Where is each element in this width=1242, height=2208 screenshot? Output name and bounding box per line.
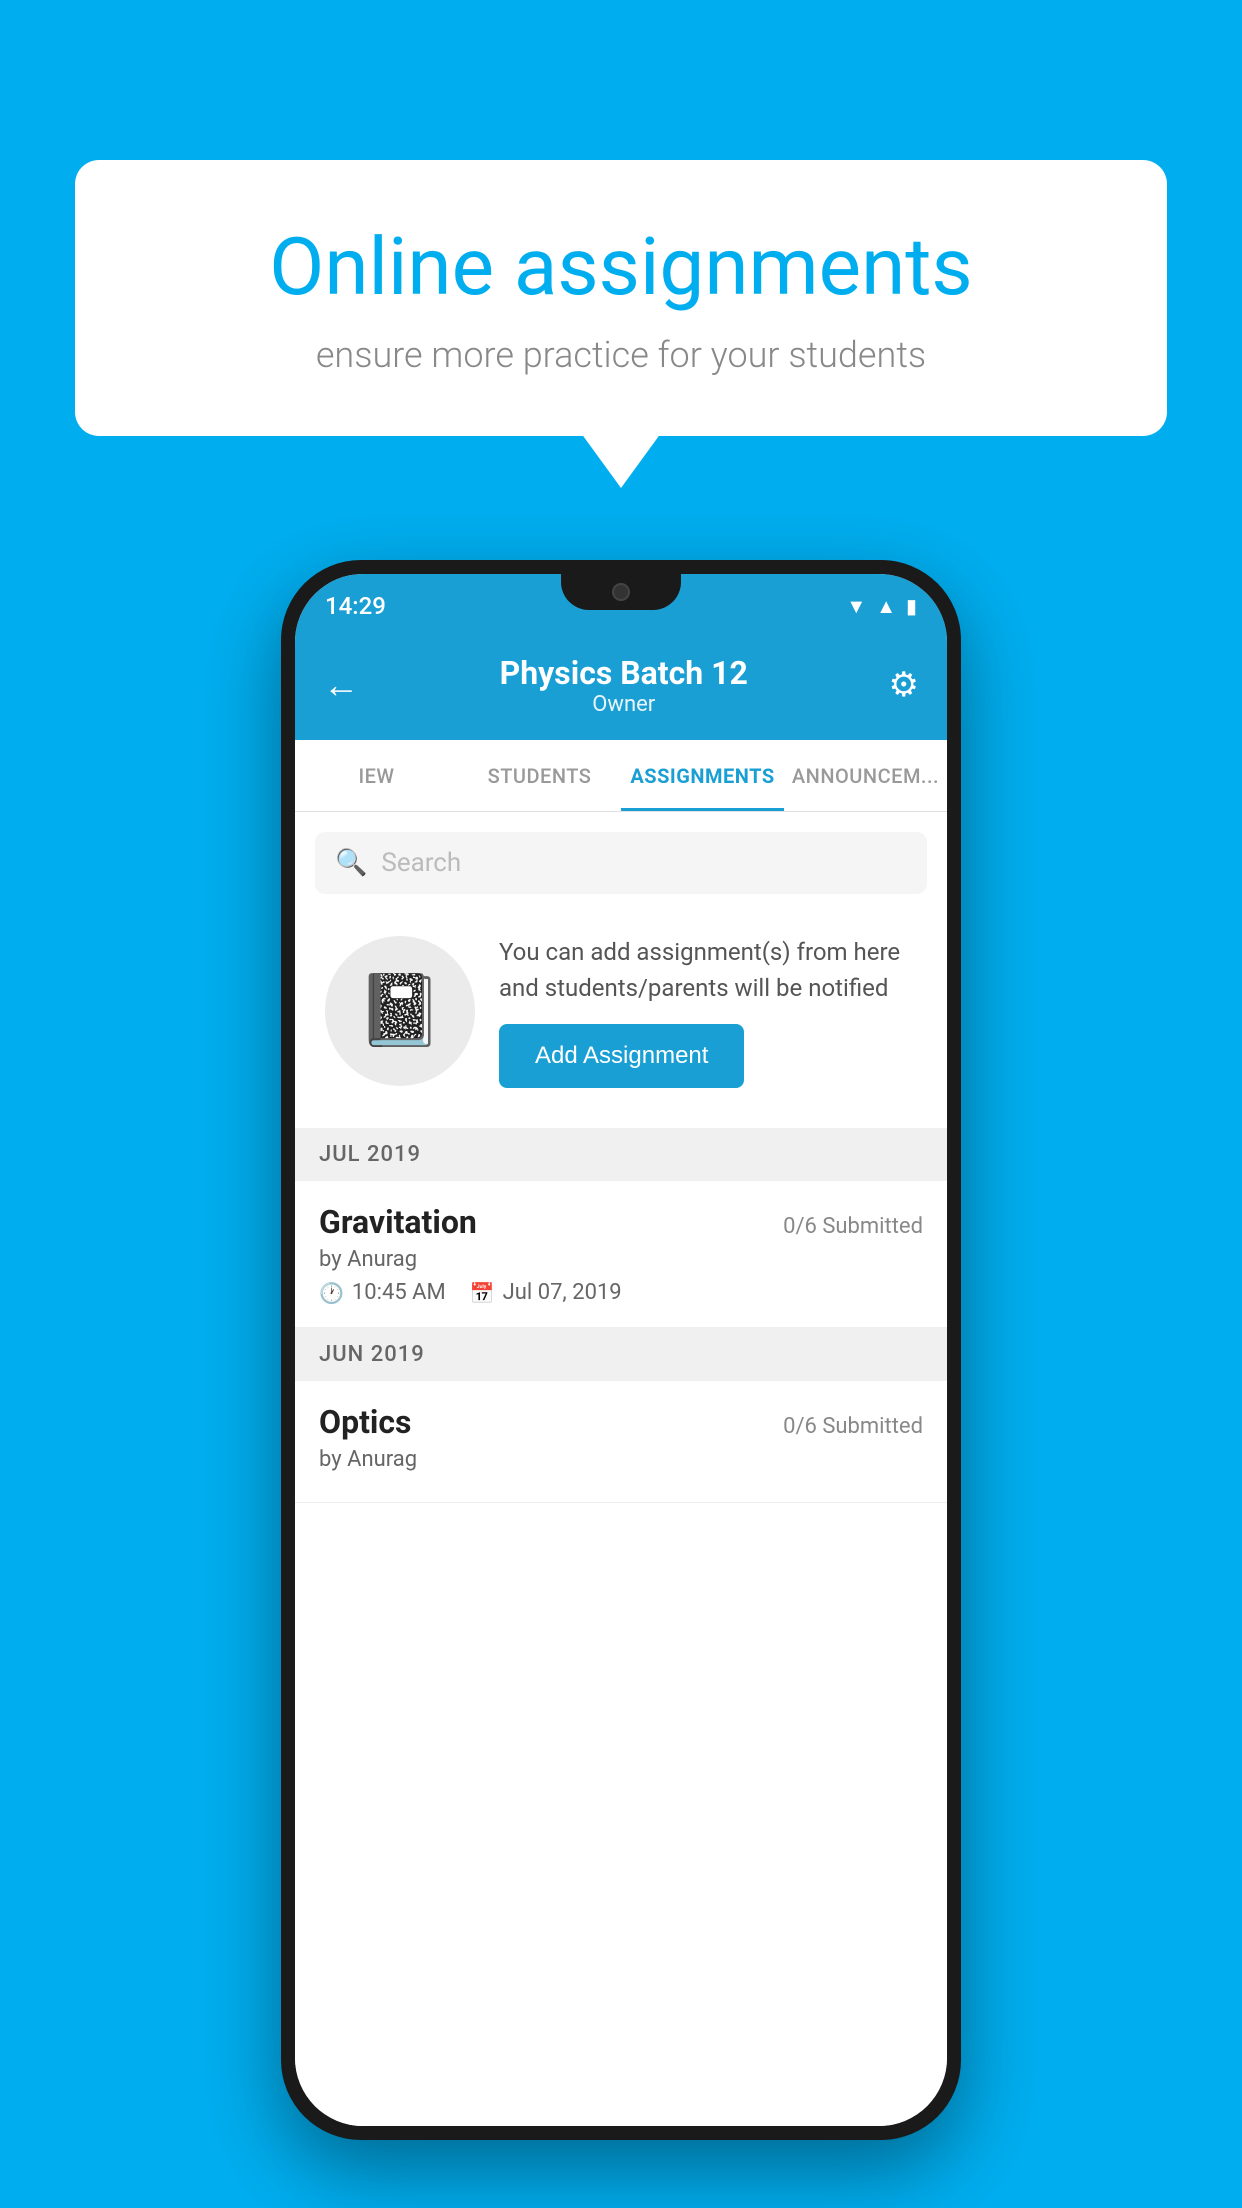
add-assignment-button[interactable]: Add Assignment [499, 1024, 744, 1088]
assignment-row1: Gravitation 0/6 Submitted [319, 1203, 923, 1241]
meta-date-value-gravitation: Jul 07, 2019 [503, 1280, 622, 1305]
status-time: 14:29 [325, 592, 386, 620]
settings-icon[interactable]: ⚙ [889, 665, 919, 705]
tab-assignments[interactable]: ASSIGNMENTS [621, 740, 784, 811]
assignment-row1-optics: Optics 0/6 Submitted [319, 1403, 923, 1441]
assignment-author-optics: by Anurag [319, 1447, 923, 1472]
battery-icon: ▮ [906, 594, 917, 618]
calendar-icon-gravitation: 📅 [470, 1281, 495, 1305]
assignment-author-gravitation: by Anurag [319, 1247, 923, 1272]
header-subtitle: Owner [500, 692, 748, 717]
speech-bubble-subtitle: ensure more practice for your students [145, 334, 1097, 376]
notebook-icon: 📓 [356, 970, 443, 1052]
promo-icon-circle: 📓 [325, 936, 475, 1086]
assignment-item-gravitation[interactable]: Gravitation 0/6 Submitted by Anurag 🕐 10… [295, 1181, 947, 1328]
speech-bubble: Online assignments ensure more practice … [75, 160, 1167, 436]
promo-text: You can add assignment(s) from here and … [499, 934, 917, 1006]
tab-iew[interactable]: IEW [295, 740, 458, 811]
camera-dot [612, 583, 630, 601]
phone-outer: 14:29 ▼ ▲ ▮ ← Physics Batch 12 Owner ⚙ [281, 560, 961, 2140]
phone-notch [561, 574, 681, 610]
signal-icon: ▲ [876, 594, 896, 619]
clock-icon-gravitation: 🕐 [319, 1281, 344, 1305]
assignment-meta-gravitation: 🕐 10:45 AM 📅 Jul 07, 2019 [319, 1280, 923, 1305]
meta-time-gravitation: 🕐 10:45 AM [319, 1280, 446, 1305]
assignment-item-optics[interactable]: Optics 0/6 Submitted by Anurag [295, 1381, 947, 1503]
phone-inner: 14:29 ▼ ▲ ▮ ← Physics Batch 12 Owner ⚙ [295, 574, 947, 2126]
tab-bar: IEW STUDENTS ASSIGNMENTS ANNOUNCEM... [295, 740, 947, 812]
search-bar[interactable]: 🔍 Search [315, 832, 927, 894]
meta-time-value-gravitation: 10:45 AM [352, 1280, 446, 1305]
section-header-jun: JUN 2019 [295, 1328, 947, 1381]
speech-bubble-title: Online assignments [145, 220, 1097, 314]
assignment-name-gravitation: Gravitation [319, 1203, 477, 1241]
assignment-submitted-gravitation: 0/6 Submitted [783, 1214, 923, 1239]
phone-wrapper: 14:29 ▼ ▲ ▮ ← Physics Batch 12 Owner ⚙ [75, 560, 1167, 2208]
search-icon: 🔍 [335, 848, 367, 878]
status-icons: ▼ ▲ ▮ [846, 594, 917, 619]
tab-students[interactable]: STUDENTS [458, 740, 621, 811]
assignment-submitted-optics: 0/6 Submitted [783, 1414, 923, 1439]
promo-content: You can add assignment(s) from here and … [499, 934, 917, 1088]
section-header-jul: JUL 2019 [295, 1128, 947, 1181]
meta-date-gravitation: 📅 Jul 07, 2019 [470, 1280, 622, 1305]
assignment-name-optics: Optics [319, 1403, 411, 1441]
header-title: Physics Batch 12 [500, 654, 748, 692]
promo-card: 📓 You can add assignment(s) from here an… [315, 914, 927, 1108]
back-button[interactable]: ← [323, 664, 359, 706]
wifi-icon: ▼ [846, 594, 866, 619]
header-title-block: Physics Batch 12 Owner [500, 654, 748, 717]
app-header: ← Physics Batch 12 Owner ⚙ [295, 630, 947, 740]
speech-bubble-container: Online assignments ensure more practice … [75, 160, 1167, 436]
content-area: 🔍 Search 📓 You can add assignment(s) fro… [295, 812, 947, 2126]
search-placeholder: Search [381, 848, 461, 878]
tab-announcements[interactable]: ANNOUNCEM... [784, 740, 947, 811]
